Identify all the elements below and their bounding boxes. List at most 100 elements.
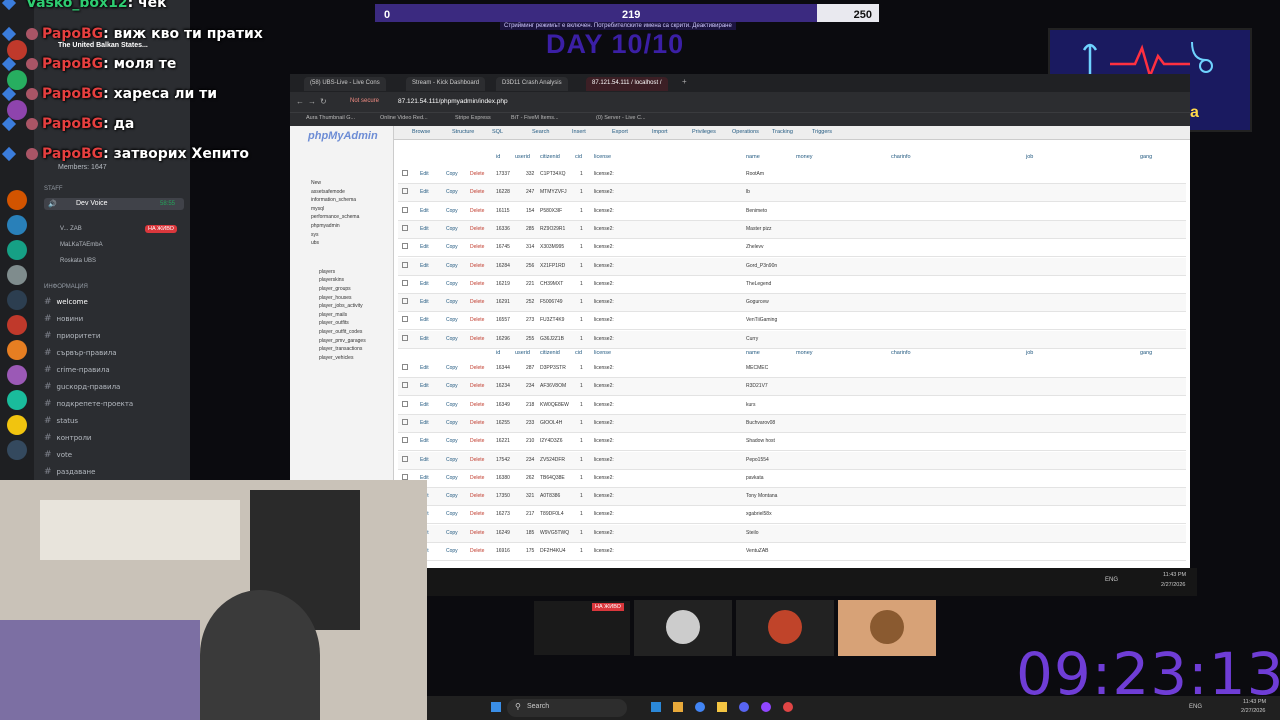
table-row[interactable]: Edit Copy Delete 17542 234 ZV524DFR 1 license2:… <box>398 451 1186 470</box>
server-icon[interactable] <box>7 415 27 435</box>
copy-link[interactable]: Copy <box>446 281 458 287</box>
delete-link[interactable]: Delete <box>470 548 484 554</box>
delete-link[interactable]: Delete <box>470 263 484 269</box>
app-icon[interactable] <box>673 702 683 712</box>
copy-link[interactable]: Copy <box>446 244 458 250</box>
table-row[interactable]: Edit Copy Delete 16221 210 I2Y4D3Z6 1 license2:… <box>398 433 1186 452</box>
edit-link[interactable]: Edit <box>420 244 429 250</box>
db-tree-item[interactable]: mysql <box>311 206 324 212</box>
channel-vote[interactable]: # vote <box>44 450 72 460</box>
column-header[interactable]: job <box>1026 154 1033 160</box>
server-icon[interactable] <box>7 315 27 335</box>
delete-link[interactable]: Delete <box>470 171 484 177</box>
browser-tab-active[interactable]: 87.121.54.111 / localhost / <box>586 77 668 91</box>
server-icon[interactable] <box>7 215 27 235</box>
table-row[interactable]: Edit Copy Delete 16336 285 RZ9O29R1 1 license2:… <box>398 220 1186 239</box>
server-icon[interactable] <box>7 265 27 285</box>
table-row[interactable]: Edit Copy Delete 17337 332 C1PT34XQ 1 license2:… <box>398 166 1186 184</box>
db-tree-item[interactable]: player_jobs_activity <box>319 303 363 309</box>
pma-tab[interactable]: Export <box>612 129 628 135</box>
edit-link[interactable]: Edit <box>420 457 429 463</box>
pma-tab[interactable]: Search <box>532 129 549 135</box>
row-checkbox[interactable] <box>402 473 408 480</box>
server-icon[interactable] <box>7 390 27 410</box>
bookmark[interactable]: Stripe Express <box>455 115 491 121</box>
column-header[interactable]: money <box>796 154 813 160</box>
server-icon[interactable] <box>7 290 27 310</box>
table-row[interactable]: EditCopyDelete16249185W9VG5TWQ1license2:… <box>398 524 1186 543</box>
delete-link[interactable]: Delete <box>470 365 484 371</box>
row-checkbox[interactable] <box>402 418 408 425</box>
column-header[interactable]: name <box>746 154 760 160</box>
column-header[interactable]: job <box>1026 350 1033 356</box>
server-icon[interactable] <box>7 440 27 460</box>
channel-status[interactable]: # status <box>44 416 78 426</box>
taskbar-search[interactable]: ⚲ Search <box>507 699 627 717</box>
pma-tab[interactable]: Structure <box>452 129 474 135</box>
delete-link[interactable]: Delete <box>470 336 484 342</box>
delete-link[interactable]: Delete <box>470 383 484 389</box>
bookmark[interactable]: Online Video Red... <box>380 115 428 121</box>
copy-link[interactable]: Copy <box>446 226 458 232</box>
column-header[interactable]: cid <box>575 154 582 160</box>
edit-link[interactable]: Edit <box>420 383 429 389</box>
pma-tab[interactable]: Triggers <box>812 129 832 135</box>
edit-link[interactable]: Edit <box>420 263 429 269</box>
app-icon[interactable] <box>695 702 705 712</box>
table-row[interactable]: Edit Copy Delete 16557 273 FU3ZT4K9 1 license2:… <box>398 312 1186 331</box>
column-header[interactable]: name <box>746 350 760 356</box>
channel-priority[interactable]: # приоритети <box>44 331 100 341</box>
db-tree-item[interactable]: assetsafemode <box>311 189 345 195</box>
column-header[interactable]: userid <box>515 350 530 356</box>
db-tree-item[interactable]: players <box>319 269 335 275</box>
copy-link[interactable]: Copy <box>446 402 458 408</box>
bookmark[interactable]: BiT - FiveM Items... <box>511 115 559 121</box>
row-checkbox[interactable] <box>402 437 408 444</box>
app-icon[interactable] <box>651 702 661 712</box>
row-checkbox[interactable] <box>402 455 408 462</box>
edit-link[interactable]: Edit <box>420 365 429 371</box>
row-checkbox[interactable] <box>402 243 408 250</box>
delete-link[interactable]: Delete <box>470 457 484 463</box>
copy-link[interactable]: Copy <box>446 208 458 214</box>
edit-link[interactable]: Edit <box>420 171 429 177</box>
browser-tab[interactable]: (58) UBS-Live - Live Cons <box>304 77 386 91</box>
bookmark[interactable]: Aura Thumbnail G... <box>306 115 355 121</box>
table-row[interactable]: Edit Copy Delete 16349 218 KW0QE8EW 1 license2:… <box>398 397 1186 415</box>
table-row[interactable]: Edit Copy Delete 16255 233 GIOOL4H 1 license2: B… <box>398 414 1186 433</box>
db-tree-item[interactable]: player_groups <box>319 286 351 292</box>
voice-user[interactable]: MaLKaTAEmbA <box>60 242 103 248</box>
app-icon[interactable] <box>739 702 749 712</box>
copy-link[interactable]: Copy <box>446 189 458 195</box>
copy-link[interactable]: Copy <box>446 438 458 444</box>
pma-tab[interactable]: Import <box>652 129 668 135</box>
row-checkbox[interactable] <box>402 334 408 341</box>
delete-link[interactable]: Delete <box>470 244 484 250</box>
table-row[interactable]: Edit Copy Delete 16228 247 MTMYZVFJ 1 license2:… <box>398 184 1186 203</box>
channel-controls[interactable]: # контроли <box>44 433 91 443</box>
server-icon[interactable] <box>7 365 27 385</box>
back-icon[interactable]: ← <box>296 97 304 106</box>
edit-link[interactable]: Edit <box>420 299 429 305</box>
copy-link[interactable]: Copy <box>446 317 458 323</box>
tray-time[interactable]: 11:43 PM <box>1163 572 1186 578</box>
forward-icon[interactable]: → <box>308 97 316 106</box>
db-tree-item[interactable]: player_vehicles <box>319 355 353 361</box>
edit-link[interactable]: Edit <box>420 317 429 323</box>
row-checkbox[interactable] <box>402 400 408 407</box>
row-checkbox[interactable] <box>402 188 408 195</box>
row-checkbox[interactable] <box>402 224 408 231</box>
channel-server-rules[interactable]: # сървър-правила <box>44 348 117 358</box>
server-icon[interactable] <box>7 340 27 360</box>
column-header[interactable]: citizenid <box>540 350 560 356</box>
db-tree-item[interactable]: player_pmv_garages <box>319 338 366 344</box>
channel-discord-rules[interactable]: # gucкорд-правила <box>44 382 120 392</box>
delete-link[interactable]: Delete <box>470 493 484 499</box>
db-tree-item[interactable]: phpmyadmin <box>311 223 340 229</box>
copy-link[interactable]: Copy <box>446 420 458 426</box>
taskbar-time[interactable]: 11:43 PM <box>1243 699 1266 705</box>
bookmark[interactable]: (0) Server - Live C... <box>596 115 646 121</box>
not-secure-label[interactable]: Not secure <box>350 98 379 104</box>
server-icon[interactable] <box>7 240 27 260</box>
edit-link[interactable]: Edit <box>420 189 429 195</box>
